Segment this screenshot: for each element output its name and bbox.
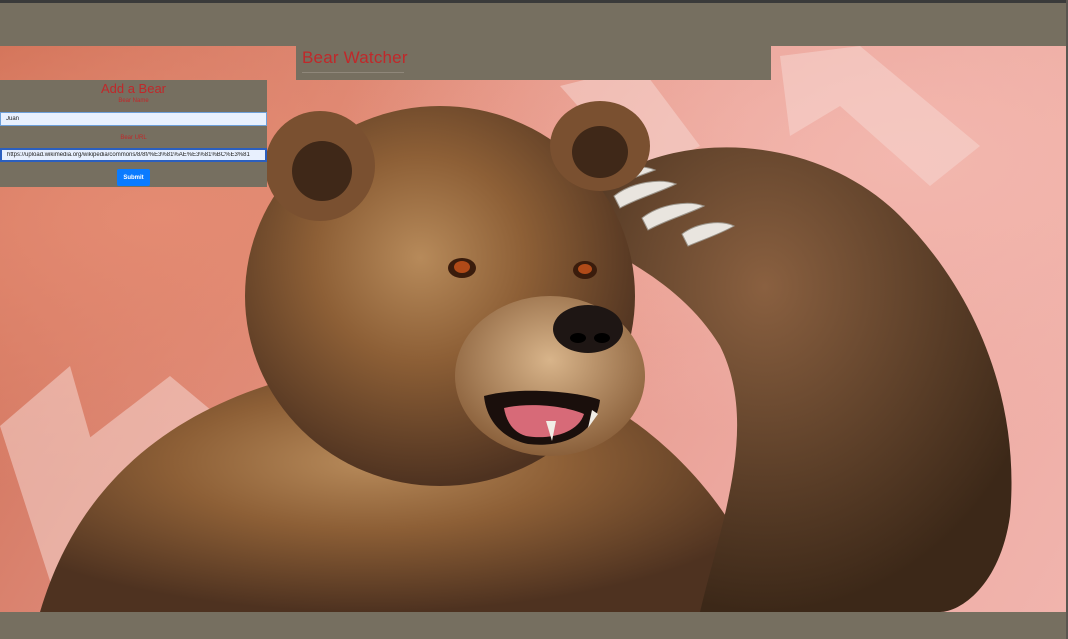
form-title: Add a Bear	[100, 81, 167, 96]
window-top-border	[0, 0, 1068, 3]
bear-nose	[553, 305, 623, 353]
bear-name-input[interactable]	[0, 112, 267, 126]
page-header: Bear Watcher	[296, 46, 771, 80]
bear-name-label: Bear Name	[118, 98, 149, 104]
submit-button[interactable]: Submit	[117, 169, 150, 186]
add-bear-form: Add a Bear Bear Name Bear URL Submit	[0, 80, 267, 187]
bear-url-input[interactable]	[0, 148, 267, 162]
bear-url-label: Bear URL	[120, 135, 147, 141]
page-title: Bear Watcher	[302, 48, 408, 67]
title-underline	[302, 72, 404, 73]
